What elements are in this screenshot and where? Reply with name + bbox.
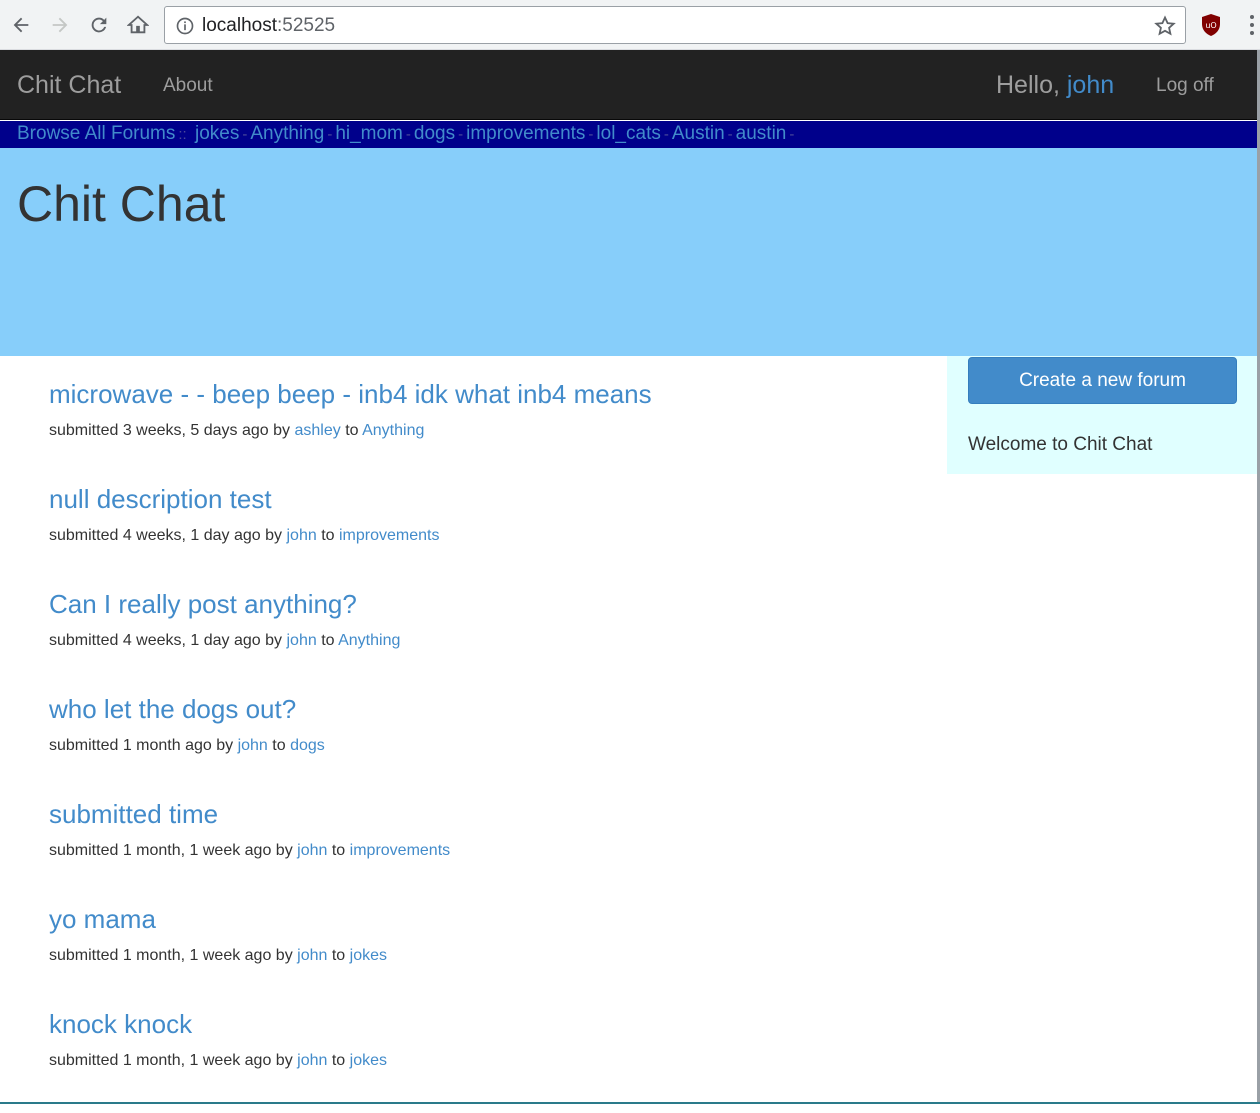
forward-arrow-icon: [52, 17, 68, 33]
submitted-text: submitted 1 month, 1 week ago by: [49, 842, 293, 859]
forum-separator: -: [327, 126, 333, 143]
to-text: to: [321, 527, 335, 544]
to-text: to: [272, 737, 286, 754]
post-item: Can I really post anything? submitted 4 w…: [49, 588, 929, 693]
welcome-text: Welcome to Chit Chat: [968, 434, 1153, 455]
post-title-link[interactable]: microwave - - beep beep - inb4 idk what …: [49, 378, 929, 410]
post-item: null description test submitted 4 weeks, …: [49, 483, 929, 588]
post-item: who let the dogs out? submitted 1 month a…: [49, 693, 929, 798]
forum-link[interactable]: lol_cats: [596, 123, 660, 144]
forum-separator: -: [588, 126, 594, 143]
author-link[interactable]: john: [286, 527, 316, 544]
post-title-link[interactable]: null description test: [49, 483, 929, 515]
author-link[interactable]: john: [297, 1052, 327, 1069]
nav-about-link[interactable]: About: [163, 75, 213, 97]
to-text: to: [345, 422, 359, 439]
post-list: microwave - - beep beep - inb4 idk what …: [49, 378, 929, 1113]
page-title: Chit Chat: [17, 176, 226, 232]
forum-bar: Browse All Forums:: jokes - Anything - hi_mo…: [0, 121, 1260, 148]
forum-link[interactable]: dogs: [414, 123, 455, 144]
info-icon[interactable]: [175, 16, 195, 36]
forum-link[interactable]: jokes: [350, 1052, 387, 1069]
author-link[interactable]: john: [297, 947, 327, 964]
create-forum-button[interactable]: Create a new forum: [968, 357, 1237, 404]
forum-separator: -: [663, 126, 669, 143]
home-icon: [127, 15, 149, 34]
bookmark-star-icon[interactable]: [1153, 14, 1177, 38]
forward-button[interactable]: [44, 9, 76, 41]
greeting-text: Hello,: [996, 71, 1067, 99]
author-link[interactable]: john: [297, 842, 327, 859]
forum-separator: ::: [178, 126, 187, 143]
post-title-link[interactable]: Can I really post anything?: [49, 588, 929, 620]
reload-icon: [91, 17, 107, 33]
url-text: localhost:52525: [202, 15, 336, 36]
post-meta: submitted 1 month, 1 week ago by john to…: [49, 841, 929, 861]
author-link[interactable]: john: [238, 737, 268, 754]
address-bar[interactable]: localhost:52525: [164, 6, 1186, 44]
submitted-text: submitted 1 month, 1 week ago by: [49, 947, 293, 964]
top-navbar: Chit Chat About Hello, john Log off: [0, 50, 1260, 120]
post-title-link[interactable]: yo mama: [49, 903, 929, 935]
post-item: submitted time submitted 1 month, 1 week …: [49, 798, 929, 903]
post-meta: submitted 1 month, 1 week ago by john to…: [49, 1051, 929, 1071]
reload-button[interactable]: [83, 9, 115, 41]
submitted-text: submitted 1 month ago by: [49, 737, 234, 754]
svg-text:uO: uO: [1205, 21, 1216, 30]
browse-all-forums-link[interactable]: Browse All Forums: [17, 123, 175, 144]
forum-link[interactable]: improvements: [350, 842, 450, 859]
forum-separator: -: [727, 126, 733, 143]
post-item: microwave - - beep beep - inb4 idk what …: [49, 378, 929, 483]
post-item: yo mama submitted 1 month, 1 week ago by …: [49, 903, 929, 1008]
author-link[interactable]: ashley: [294, 422, 340, 439]
forum-link[interactable]: jokes: [195, 123, 239, 144]
author-link[interactable]: john: [286, 632, 316, 649]
forum-separator: -: [458, 126, 464, 143]
post-meta: submitted 1 month ago by john to dogs: [49, 736, 929, 756]
to-text: to: [331, 842, 346, 859]
forum-link[interactable]: austin: [736, 123, 787, 144]
more-menu-icon[interactable]: [1244, 12, 1260, 38]
forum-separator: -: [405, 126, 411, 143]
post-meta: submitted 4 weeks, 1 day ago by john to …: [49, 631, 929, 651]
username-link[interactable]: john: [1067, 71, 1114, 99]
forum-separator: -: [789, 126, 795, 143]
forum-link[interactable]: Austin: [672, 123, 725, 144]
back-arrow-icon: [13, 17, 29, 33]
logoff-link[interactable]: Log off: [1156, 75, 1214, 97]
forum-link[interactable]: Anything: [362, 422, 424, 439]
home-button[interactable]: [122, 9, 154, 41]
forum-link[interactable]: Anything: [338, 632, 400, 649]
to-text: to: [321, 632, 335, 649]
user-greeting: Hello, john: [996, 71, 1114, 100]
submitted-text: submitted 4 weeks, 1 day ago by: [49, 527, 283, 544]
post-title-link[interactable]: who let the dogs out?: [49, 693, 929, 725]
to-text: to: [331, 1052, 346, 1069]
browser-toolbar: localhost:52525 uO: [0, 0, 1260, 50]
forum-link[interactable]: dogs: [290, 737, 325, 754]
post-title-link[interactable]: knock knock: [49, 1008, 929, 1040]
jumbotron: Chit Chat: [0, 148, 1260, 356]
post-title-link[interactable]: submitted time: [49, 798, 929, 830]
forum-separator: -: [242, 126, 248, 143]
forum-link[interactable]: hi_mom: [335, 123, 403, 144]
sidebar: Create a new forum Welcome to Chit Chat: [947, 356, 1260, 474]
forum-link[interactable]: improvements: [339, 527, 439, 544]
forum-link[interactable]: jokes: [350, 947, 387, 964]
brand-link[interactable]: Chit Chat: [17, 71, 121, 100]
post-meta: submitted 1 month, 1 week ago by john to…: [49, 946, 929, 966]
submitted-text: submitted 3 weeks, 5 days ago by: [49, 422, 291, 439]
to-text: to: [331, 947, 346, 964]
post-item: knock knock submitted 1 month, 1 week ago…: [49, 1008, 929, 1113]
forum-link[interactable]: improvements: [466, 123, 585, 144]
submitted-text: submitted 4 weeks, 1 day ago by: [49, 632, 283, 649]
ublock-extension-icon[interactable]: uO: [1199, 13, 1223, 37]
forum-link[interactable]: Anything: [250, 123, 324, 144]
back-button[interactable]: [5, 9, 37, 41]
post-meta: submitted 4 weeks, 1 day ago by john to …: [49, 526, 929, 546]
post-meta: submitted 3 weeks, 5 days ago by ashley …: [49, 421, 929, 441]
submitted-text: submitted 1 month, 1 week ago by: [49, 1052, 293, 1069]
